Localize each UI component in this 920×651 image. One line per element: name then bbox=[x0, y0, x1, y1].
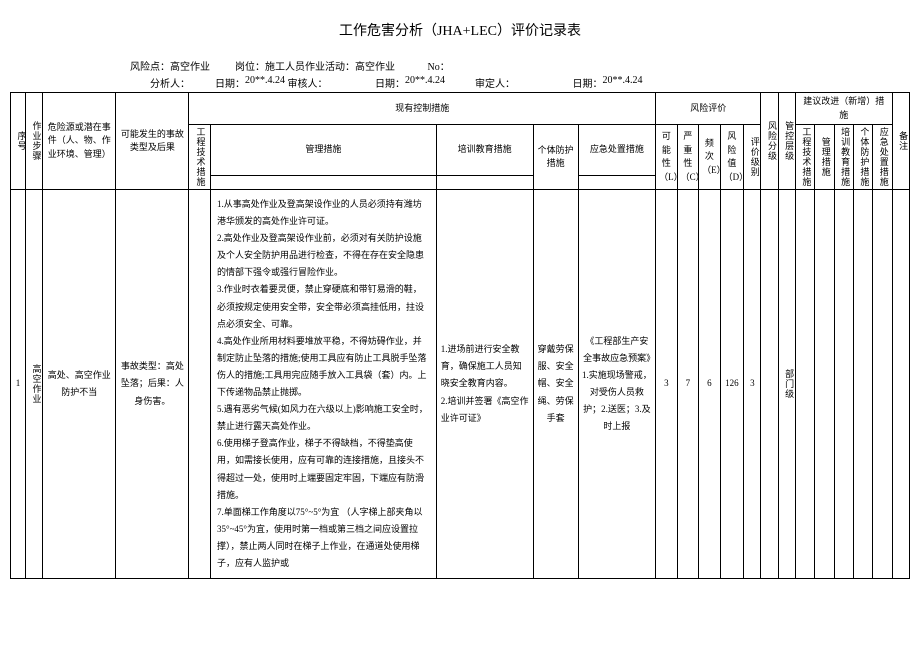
post-label: 岗位： bbox=[235, 58, 265, 73]
cell-accident: 事故类型：高处坠落；后果：人身伤害。 bbox=[116, 190, 189, 579]
jha-table: 序号 作业步骤 危险源或潜在事件（人、物、作业环境、管理） 可能发生的事故类型及… bbox=[10, 92, 910, 579]
th-step: 作业步骤 bbox=[26, 93, 43, 190]
cell-L: 3 bbox=[656, 190, 678, 579]
th-existing: 现有控制措施 bbox=[189, 93, 656, 125]
th-seq: 序号 bbox=[11, 93, 26, 190]
th-eng: 工程技术措施 bbox=[189, 125, 211, 190]
cell-s-emerg bbox=[873, 190, 892, 579]
cell-D: 126 bbox=[720, 190, 744, 579]
cell-mgmt: 1.从事高处作业及登高架设作业的人员必须持有潍坊港华颁发的高处作业许可证。2.高… bbox=[210, 190, 436, 579]
cell-ctrl-level: 部门级 bbox=[778, 190, 795, 579]
cell-C: 7 bbox=[677, 190, 699, 579]
auditor-label: 审核人： bbox=[288, 75, 328, 90]
th-risk-eval: 风险评价 bbox=[656, 93, 761, 125]
page-title: 工作危害分析（JHA+LEC）评价记录表 bbox=[10, 20, 910, 40]
th-emergency-2 bbox=[578, 176, 655, 190]
analyst-label: 分析人： bbox=[150, 75, 190, 90]
th-remark: 备注 bbox=[892, 93, 909, 190]
th-C: 严重性（C） bbox=[677, 125, 699, 190]
date3: 20**.4.24 bbox=[603, 75, 643, 90]
th-D: 风险值（D） bbox=[720, 125, 744, 190]
risk-point: 高空作业 bbox=[170, 58, 210, 73]
table-row: 1 高空作业 高处、高空作业防护不当 事故类型：高处坠落；后果：人身伤害。 1.… bbox=[11, 190, 910, 579]
th-s-train: 培训教育措施 bbox=[834, 125, 853, 190]
date-label-3: 日期： bbox=[573, 75, 603, 90]
cell-eng bbox=[189, 190, 211, 579]
th-emergency: 应急处置措施 bbox=[578, 125, 655, 176]
cell-risk-level bbox=[761, 190, 778, 579]
activity: 高空作业 bbox=[355, 58, 395, 73]
cell-s-eng bbox=[795, 190, 814, 579]
date-label-2: 日期： bbox=[375, 75, 405, 90]
th-training-2 bbox=[436, 176, 533, 190]
cell-level: 3 bbox=[744, 190, 761, 579]
cell-remark bbox=[892, 190, 909, 579]
cell-s-train bbox=[834, 190, 853, 579]
th-risk-level: 风险分级 bbox=[761, 93, 778, 190]
date1: 20**.4.24 bbox=[245, 75, 285, 90]
meta-row-1: 风险点： 高空作业 岗位： 施工人员作业活动： 高空作业 No： bbox=[10, 58, 910, 73]
cell-E: 6 bbox=[699, 190, 721, 579]
cell-ppe: 穿戴劳保服、安全帽、安全绳、劳保手套 bbox=[533, 190, 578, 579]
th-ppe: 个体防护措施 bbox=[533, 125, 578, 190]
th-L: 可能性（L） bbox=[656, 125, 678, 190]
cell-hazard: 高处、高空作业防护不当 bbox=[43, 190, 116, 579]
post: 施工人员作业活动： bbox=[265, 58, 355, 73]
th-ctrl-level: 管控层级 bbox=[778, 93, 795, 190]
no-label: No： bbox=[428, 58, 450, 73]
th-s-emerg: 应急处置措施 bbox=[873, 125, 892, 190]
th-accident: 可能发生的事故类型及后果 bbox=[116, 93, 189, 190]
approver-label: 审定人： bbox=[475, 75, 515, 90]
cell-seq: 1 bbox=[11, 190, 26, 579]
th-hazard: 危险源或潜在事件（人、物、作业环境、管理） bbox=[43, 93, 116, 190]
th-s-ppe: 个体防护措施 bbox=[853, 125, 872, 190]
th-s-mgmt: 管理措施 bbox=[815, 125, 834, 190]
cell-training: 1.进场前进行安全教育，确保施工人员知晓安全教育内容。2.培训并签署《高空作业许… bbox=[436, 190, 533, 579]
th-s-eng: 工程技术措施 bbox=[795, 125, 814, 190]
cell-step: 高空作业 bbox=[26, 190, 43, 579]
th-suggest: 建议改进（新增）措施 bbox=[795, 93, 892, 125]
date2: 20**.4.24 bbox=[405, 75, 445, 90]
meta-row-2: 分析人： 日期： 20**.4.24 审核人： 日期： 20**.4.24 审定… bbox=[10, 75, 910, 90]
cell-emergency: 《工程部生产安全事故应急预案》1.实施现场警戒，对受伤人员救护；2.送医；3.及… bbox=[578, 190, 655, 579]
cell-s-ppe bbox=[853, 190, 872, 579]
cell-s-mgmt bbox=[815, 190, 834, 579]
risk-point-label: 风险点： bbox=[130, 58, 170, 73]
th-mgmt-2 bbox=[210, 176, 436, 190]
th-training: 培训教育措施 bbox=[436, 125, 533, 176]
date-label-1: 日期： bbox=[215, 75, 245, 90]
th-mgmt: 管理措施 bbox=[210, 125, 436, 176]
